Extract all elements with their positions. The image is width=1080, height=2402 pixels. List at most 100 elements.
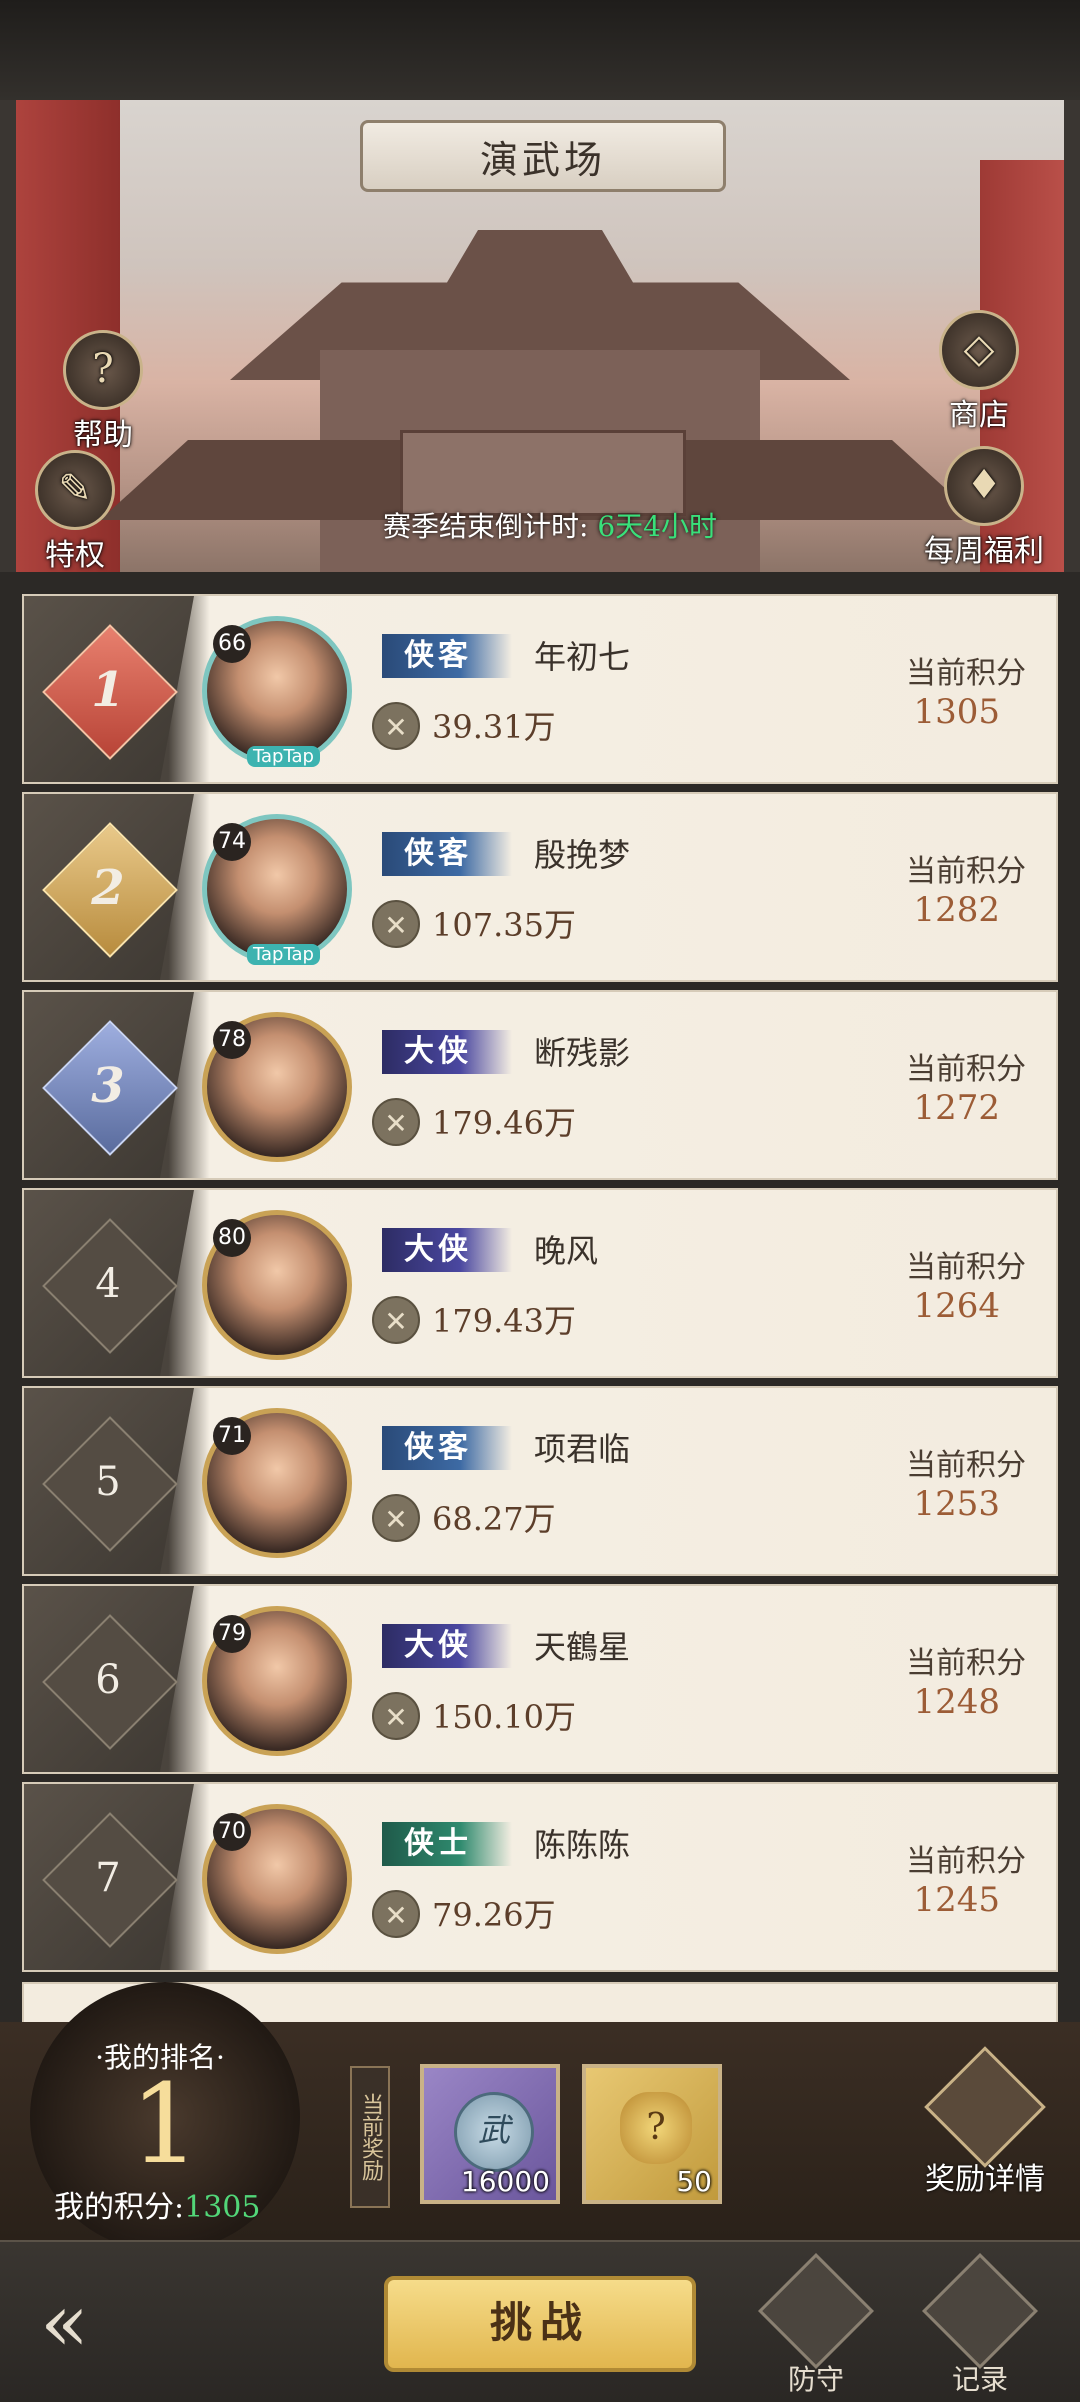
crossed-swords-icon: ✕ [372, 1890, 420, 1938]
rank-title-badge: 侠客 [382, 1426, 512, 1470]
level-badge: 71 [213, 1417, 251, 1455]
rank-title-badge: 大侠 [382, 1228, 512, 1272]
crossed-swords-icon: ✕ [372, 702, 420, 750]
my-rank-value: 1 [130, 2060, 200, 2188]
leaderboard-row[interactable]: 3 78 大侠 断残影 ✕ 179.46万 当前积分 1272 [22, 990, 1058, 1180]
privilege-button[interactable]: ✎ 特权 [30, 450, 120, 574]
weekly-benefit-button[interactable]: ♦ 每周福利 [914, 446, 1054, 570]
defense-button[interactable]: 防守 [756, 2253, 876, 2398]
leaderboard-list[interactable]: 1 66 TapTap 侠客 年初七 ✕ 39.31万 当前积分 1305 2 … [0, 572, 1080, 2022]
rank-number: 3 [91, 1058, 125, 1114]
leaderboard-row[interactable]: 5 71 侠客 项君临 ✕ 68.27万 当前积分 1253 [22, 1386, 1058, 1576]
score-label: 当前积分 [906, 656, 1026, 691]
rank-number: 7 [95, 1855, 121, 1901]
avatar[interactable]: 79 [202, 1606, 352, 1756]
rank-number: 2 [91, 860, 125, 916]
avatar[interactable]: 66 TapTap [202, 616, 352, 767]
crossed-swords-icon: ✕ [372, 1692, 420, 1740]
shop-icon: ◇ [939, 310, 1019, 390]
player-name: 断残影 [534, 1034, 631, 1072]
rank-number: 1 [91, 662, 125, 718]
season-countdown: 赛季结束倒计时: 6天4小时 [320, 505, 780, 545]
current-reward-label: 当前奖励 [350, 2066, 390, 2208]
records-button[interactable]: 记录 [920, 2253, 1040, 2398]
player-name: 天鶴星 [534, 1628, 631, 1666]
rank-title-badge: 侠客 [382, 634, 512, 678]
reward-detail-button[interactable]: 奖励详情 [920, 2046, 1050, 2198]
privilege-label: 特权 [45, 538, 105, 573]
score-value: 1305 [913, 692, 1000, 732]
challenge-button[interactable]: 挑战 [384, 2276, 696, 2372]
avatar[interactable]: 70 [202, 1804, 352, 1954]
wu-coin-icon: 武 [454, 2092, 534, 2172]
power-value: 68.27万 [432, 1500, 556, 1538]
score-label: 当前积分 [906, 1646, 1026, 1681]
score-label: 当前积分 [906, 1844, 1026, 1879]
rank-number: 6 [95, 1657, 121, 1703]
level-badge: 66 [213, 625, 251, 663]
my-score-value: 1305 [184, 2190, 261, 2225]
avatar[interactable]: 74 TapTap [202, 814, 352, 965]
power-value: 179.46万 [432, 1104, 576, 1142]
score-value: 1253 [913, 1484, 1000, 1524]
my-score: 我的积分:1305 [54, 2182, 260, 2226]
reward-item[interactable]: ? 50 [582, 2064, 722, 2204]
score-value: 1264 [913, 1286, 1000, 1326]
lucky-bag-icon: ? [620, 2092, 692, 2164]
help-label: 帮助 [73, 418, 133, 453]
shop-button[interactable]: ◇ 商店 [934, 310, 1024, 434]
avatar[interactable]: 71 [202, 1408, 352, 1558]
leaderboard-row[interactable]: 1 66 TapTap 侠客 年初七 ✕ 39.31万 当前积分 1305 [22, 594, 1058, 784]
player-name: 晚风 [534, 1232, 599, 1270]
level-badge: 79 [213, 1615, 251, 1653]
countdown-label: 赛季结束倒计时: [383, 510, 589, 543]
rank-title-badge: 侠士 [382, 1822, 512, 1866]
shield-sword-icon [758, 2253, 874, 2369]
rank-number: 5 [95, 1459, 121, 1505]
scroll-icon [922, 2253, 1038, 2369]
leaderboard-row[interactable]: 4 80 大侠 晚风 ✕ 179.43万 当前积分 1264 [22, 1188, 1058, 1378]
reward-quantity: 50 [676, 2165, 712, 2198]
crossed-swords-icon: ✕ [372, 1494, 420, 1542]
score-value: 1245 [913, 1880, 1000, 1920]
score-value: 1248 [913, 1682, 1000, 1722]
leaderboard-row[interactable]: 2 74 TapTap 侠客 殷挽梦 ✕ 107.35万 当前积分 1282 [22, 792, 1058, 982]
power-value: 107.35万 [432, 906, 576, 944]
leaderboard-row[interactable]: 6 79 大侠 天鶴星 ✕ 150.10万 当前积分 1248 [22, 1584, 1058, 1774]
power-value: 39.31万 [432, 708, 556, 746]
crossed-swords-icon: ✕ [372, 900, 420, 948]
countdown-time: 6天4小时 [597, 510, 717, 543]
taptap-badge: TapTap [247, 746, 320, 767]
leaderboard-row[interactable]: 7 70 侠士 陈陈陈 ✕ 79.26万 当前积分 1245 [22, 1782, 1058, 1972]
avatar[interactable]: 80 [202, 1210, 352, 1360]
rank-title-badge: 大侠 [382, 1030, 512, 1074]
level-badge: 80 [213, 1219, 251, 1257]
rank-title-badge: 大侠 [382, 1624, 512, 1668]
level-badge: 78 [213, 1021, 251, 1059]
reward-quantity: 16000 [460, 2165, 550, 2198]
top-strip [0, 0, 1080, 100]
player-name: 殷挽梦 [534, 836, 631, 874]
score-label: 当前积分 [906, 1052, 1026, 1087]
power-value: 150.10万 [432, 1698, 576, 1736]
reward-item[interactable]: 武 16000 [420, 2064, 560, 2204]
score-label: 当前积分 [906, 1250, 1026, 1285]
page-title: 演武场 [360, 120, 726, 192]
score-label: 当前积分 [906, 854, 1026, 889]
level-badge: 74 [213, 823, 251, 861]
back-arrow-icon[interactable]: « [40, 2278, 160, 2368]
avatar[interactable]: 78 [202, 1012, 352, 1162]
player-name: 陈陈陈 [534, 1826, 631, 1864]
question-icon: ? [63, 330, 143, 410]
weekly-benefit-label: 每周福利 [924, 534, 1044, 569]
score-value: 1272 [913, 1088, 1000, 1128]
player-name: 年初七 [534, 638, 631, 676]
taptap-badge: TapTap [247, 944, 320, 965]
shop-label: 商店 [949, 398, 1009, 433]
score-value: 1282 [913, 890, 1000, 930]
quill-icon: ✎ [35, 450, 115, 530]
rank-number: 4 [95, 1261, 121, 1307]
treasure-chest-icon [924, 2046, 1046, 2168]
help-button[interactable]: ? 帮助 [58, 330, 148, 454]
bottom-nav: « 挑战 防守 记录 [0, 2240, 1080, 2402]
